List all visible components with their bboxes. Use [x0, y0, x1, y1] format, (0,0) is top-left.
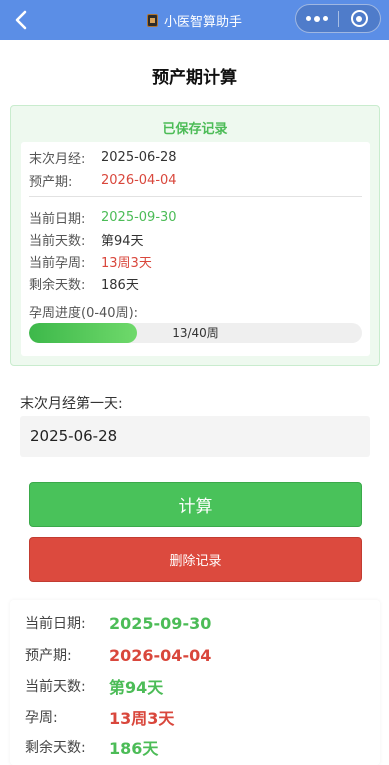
app-title: 小医智算助手: [163, 14, 242, 30]
saved-due-row: 预产期: 2026-04-04: [29, 171, 177, 190]
saved-week-row: 当前孕周: 13周3天: [29, 252, 152, 271]
page-title: 预产期计算: [152, 68, 237, 88]
result-card: 当前日期: 2025-09-30 预产期: 2026-04-04 当前天数: 第…: [10, 600, 380, 765]
saved-days-row: 当前天数: 第94天: [29, 230, 144, 249]
saved-week-value: 13周3天: [101, 255, 152, 271]
result-week-value: 13周3天: [109, 709, 175, 728]
saved-record-details: 末次月经: 2025-06-28 预产期: 2026-04-04 当前日期: 2…: [21, 142, 370, 356]
result-days-row: 当前天数: 第94天: [25, 675, 163, 697]
more-dots-icon: [306, 16, 311, 21]
more-dots-icon: [323, 16, 328, 21]
saved-lmp-label: 末次月经:: [29, 151, 86, 167]
more-button[interactable]: [296, 5, 338, 32]
saved-due-label: 预产期:: [29, 174, 73, 190]
result-today-label: 当前日期:: [25, 616, 86, 632]
result-remain-value: 186天: [109, 739, 159, 758]
target-circle-icon: [350, 10, 368, 27]
pregnancy-progress-bar: 13/40周: [29, 323, 362, 343]
result-days-label: 当前天数:: [25, 679, 86, 695]
lmp-input-label: 末次月经第一天:: [20, 396, 123, 412]
result-due-row: 预产期: 2026-04-04: [25, 644, 211, 666]
result-today-row: 当前日期: 2025-09-30: [25, 612, 211, 634]
saved-record-card: 已保存记录 末次月经: 2025-06-28 预产期: 2026-04-04 当…: [10, 105, 380, 366]
saved-due-value: 2026-04-04: [101, 172, 177, 188]
result-week-label: 孕周:: [25, 710, 58, 726]
result-remain-row: 剩余天数: 186天: [25, 736, 158, 758]
result-due-label: 预产期:: [25, 648, 72, 664]
saved-days-label: 当前天数:: [29, 233, 86, 249]
saved-remain-label: 剩余天数:: [29, 277, 86, 293]
saved-lmp-value: 2025-06-28: [101, 149, 177, 165]
result-remain-label: 剩余天数:: [25, 740, 86, 756]
delete-record-button[interactable]: 删除记录: [29, 537, 362, 582]
result-today-value: 2025-09-30: [109, 613, 212, 633]
result-due-value: 2026-04-04: [109, 645, 212, 665]
saved-remain-row: 剩余天数: 186天: [29, 274, 139, 293]
saved-days-value: 第94天: [101, 233, 144, 249]
saved-remain-value: 186天: [101, 277, 139, 293]
saved-lmp-row: 末次月经: 2025-06-28: [29, 148, 177, 167]
result-days-value: 第94天: [109, 678, 164, 697]
calculator-icon: [146, 13, 158, 27]
more-dots-icon: [314, 15, 320, 22]
saved-week-label: 当前孕周:: [29, 255, 86, 271]
saved-record-title: 已保存记录: [162, 122, 228, 137]
close-button[interactable]: [339, 5, 380, 32]
progress-text: 13/40周: [172, 326, 219, 340]
navigation-bar: 小医智算助手: [0, 0, 389, 40]
mini-program-capsule: [295, 4, 381, 33]
calculate-button[interactable]: 计算: [29, 482, 362, 527]
result-week-row: 孕周: 13周3天: [25, 706, 174, 728]
saved-today-label: 当前日期:: [29, 211, 86, 227]
saved-today-value: 2025-09-30: [101, 209, 177, 225]
divider: [29, 196, 362, 197]
saved-today-row: 当前日期: 2025-09-30: [29, 208, 177, 227]
lmp-date-input[interactable]: 2025-06-28: [20, 416, 370, 457]
progress-label: 孕周进度(0-40周):: [29, 306, 139, 321]
